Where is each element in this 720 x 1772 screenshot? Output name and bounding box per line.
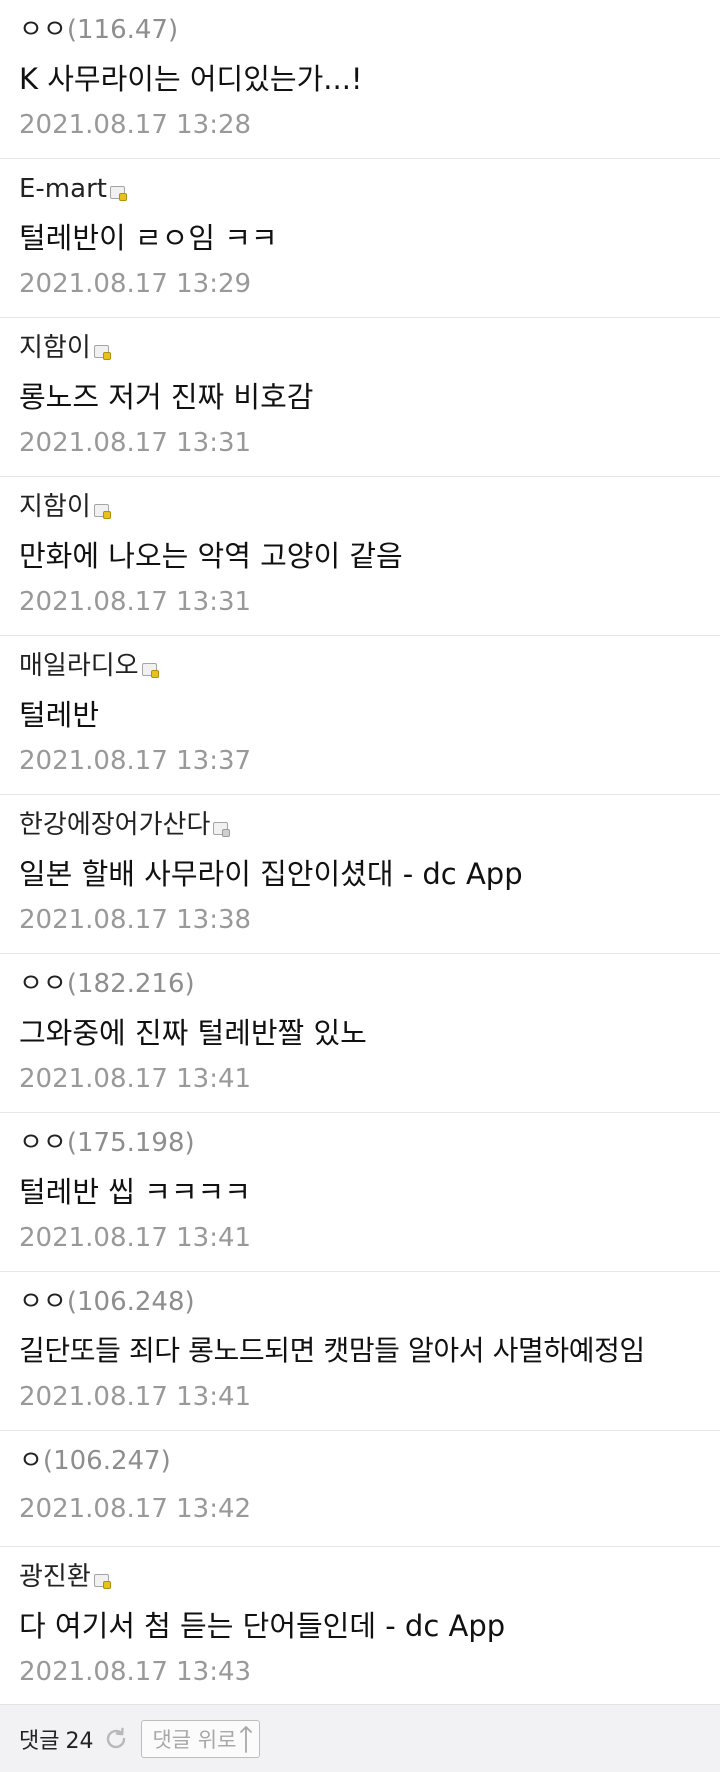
comment-text: K 사무라이는 어디있는가...!	[19, 62, 363, 96]
gallog-icon[interactable]	[109, 185, 127, 201]
comment-text: 다 여기서 첨 듣는 단어들인데 - dc App	[19, 1609, 506, 1643]
comment-item: 한강에장어가산다 일본 할배 사무라이 집안이셨대 - dc App 2021.…	[0, 795, 720, 954]
comment-ip: (106.247)	[42, 1446, 171, 1476]
comment-nickname[interactable]: 지함이	[19, 330, 91, 366]
comment-item: 매일라디오 털레반 2021.08.17 13:37	[0, 636, 720, 795]
comment-text: 털레반 씹 ㅋㅋㅋㅋ	[19, 1175, 251, 1209]
comment-date: 2021.08.17 13:37	[19, 746, 252, 776]
comment-date: 2021.08.17 13:43	[19, 1657, 252, 1687]
comment-author[interactable]: 매일라디오	[19, 648, 720, 684]
comment-author[interactable]: 광진환	[19, 1559, 720, 1595]
comment-text: 길단또들 죄다 롱노드되면 캣맘들 알아서 사멸하예정임	[19, 1334, 645, 1367]
comment-author[interactable]: ㅇㅇ (106.248)	[19, 1284, 720, 1320]
comment-author[interactable]: 지함이	[19, 489, 720, 525]
comment-text: 일본 할배 사무라이 집안이셨대 - dc App	[19, 857, 523, 891]
gallog-icon[interactable]	[93, 1573, 111, 1589]
comment-item: ㅇㅇ (116.47) K 사무라이는 어디있는가...! 2021.08.17 …	[0, 0, 720, 159]
comment-ip: (175.198)	[66, 1128, 195, 1158]
comment-author[interactable]: ㅇㅇ (116.47)	[19, 12, 720, 48]
comment-nickname[interactable]: 한강에장어가산다	[19, 807, 210, 843]
comment-author[interactable]: 지함이	[19, 330, 720, 366]
refresh-icon[interactable]	[103, 1726, 129, 1752]
gallog-icon[interactable]	[213, 821, 231, 837]
comment-count-label: 댓글	[19, 1728, 60, 1754]
comment-footer-bar: 댓글 24 댓글 위로	[0, 1704, 720, 1772]
comment-text: 롱노즈 저거 진짜 비호감	[19, 380, 314, 414]
comment-date: 2021.08.17 13:41	[19, 1064, 252, 1094]
comment-list: ㅇㅇ (116.47) K 사무라이는 어디있는가...! 2021.08.17 …	[0, 0, 720, 1704]
comment-text: 털레반	[19, 698, 100, 732]
gallog-icon[interactable]	[93, 503, 111, 519]
comment-author[interactable]: ㅇㅇ (175.198)	[19, 1125, 720, 1161]
comment-item: ㅇㅇ (106.248) 길단또들 죄다 롱노드되면 캣맘들 알아서 사멸하예정임…	[0, 1272, 720, 1431]
comment-date: 2021.08.17 13:41	[19, 1382, 252, 1412]
comment-nickname[interactable]: 광진환	[19, 1559, 91, 1595]
comment-item: ㅇㅇ (175.198) 털레반 씹 ㅋㅋㅋㅋ 2021.08.17 13:41	[0, 1113, 720, 1272]
gallog-icon[interactable]	[93, 344, 111, 360]
comment-item-image: ㅇ (106.247) 2021.08.17 13:42	[0, 1431, 720, 1547]
comment-ip: (182.216)	[66, 969, 195, 999]
comment-text: 털레반이 ㄹㅇ임 ㅋㅋ	[19, 221, 278, 255]
comment-count: 댓글 24	[19, 1723, 93, 1755]
comment-author[interactable]: 한강에장어가산다	[19, 807, 720, 843]
comment-text: 만화에 나오는 악역 고양이 같음	[19, 539, 403, 573]
comment-item: E-mart 털레반이 ㄹㅇ임 ㅋㅋ 2021.08.17 13:29	[0, 159, 720, 318]
comment-count-number: 24	[65, 1728, 94, 1754]
comment-author[interactable]: ㅇ (106.247)	[19, 1443, 720, 1479]
comment-nickname[interactable]: 매일라디오	[19, 648, 139, 684]
comment-date: 2021.08.17 13:38	[19, 905, 252, 935]
top-button-label: 댓글 위로	[152, 1727, 237, 1752]
comment-nickname[interactable]: 지함이	[19, 489, 91, 525]
comment-date: 2021.08.17 13:28	[19, 110, 252, 140]
comment-date: 2021.08.17 13:31	[19, 587, 252, 617]
comment-item: 지함이 롱노즈 저거 진짜 비호감 2021.08.17 13:31	[0, 318, 720, 477]
comment-item: 지함이 만화에 나오는 악역 고양이 같음 2021.08.17 13:31	[0, 477, 720, 636]
gallog-icon[interactable]	[141, 662, 159, 678]
comment-date: 2021.08.17 13:42	[19, 1494, 252, 1524]
comment-nickname[interactable]: ㅇㅇ	[19, 966, 67, 1002]
comment-item: 광진환 다 여기서 첨 듣는 단어들인데 - dc App 2021.08.17…	[0, 1547, 720, 1704]
arrow-up-icon	[240, 1725, 253, 1753]
comment-nickname[interactable]: ㅇㅇ	[19, 1125, 67, 1161]
scroll-to-comments-top-button[interactable]: 댓글 위로	[141, 1719, 261, 1758]
comment-nickname[interactable]: ㅇㅇ	[19, 12, 67, 48]
comment-date: 2021.08.17 13:31	[19, 428, 252, 458]
comment-text: 그와중에 진짜 털레반짤 있노	[19, 1016, 367, 1050]
comment-ip: (106.248)	[66, 1287, 195, 1317]
comment-date: 2021.08.17 13:29	[19, 269, 252, 299]
comment-author[interactable]: ㅇㅇ (182.216)	[19, 966, 720, 1002]
comment-nickname[interactable]: ㅇ	[19, 1443, 43, 1479]
comment-date: 2021.08.17 13:41	[19, 1223, 252, 1253]
comment-ip: (116.47)	[66, 15, 179, 45]
comment-item: ㅇㅇ (182.216) 그와중에 진짜 털레반짤 있노 2021.08.17 1…	[0, 954, 720, 1113]
comment-nickname[interactable]: ㅇㅇ	[19, 1284, 67, 1320]
comment-nickname[interactable]: E-mart	[19, 171, 107, 207]
comment-author[interactable]: E-mart	[19, 171, 720, 207]
